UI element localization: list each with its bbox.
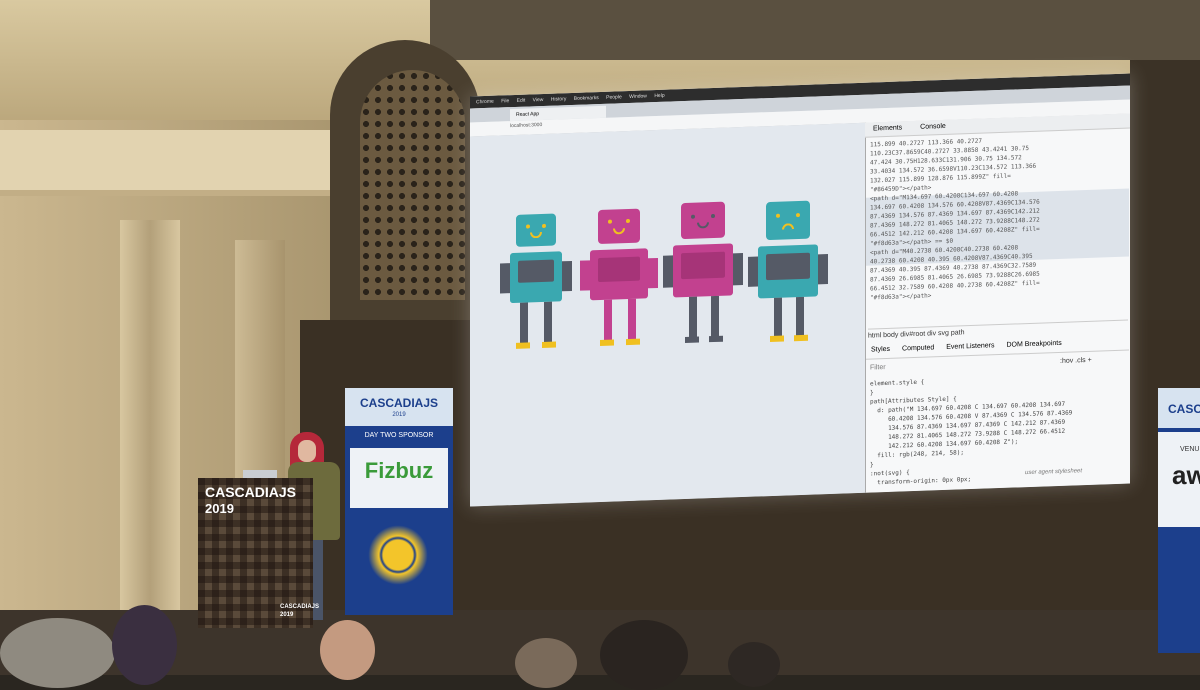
robot-leg (628, 298, 636, 342)
tab-event-listeners[interactable]: Event Listeners (941, 340, 999, 353)
audience-head (600, 620, 688, 690)
arch-lattice (360, 70, 465, 300)
robot-leg (689, 296, 697, 339)
menu-item[interactable]: Bookmarks (574, 95, 599, 102)
tab-styles[interactable]: Styles (866, 344, 895, 356)
podium-title: CASCADIAJS (205, 484, 297, 500)
robot-head (516, 213, 556, 247)
robot-foot (542, 341, 556, 349)
robot-arm (648, 257, 658, 289)
sun-icon (368, 525, 428, 585)
menu-item[interactable]: Chrome (476, 99, 494, 106)
robot-arm (748, 256, 758, 287)
robot-foot (600, 339, 614, 346)
audience-head (320, 620, 375, 680)
podium-title-small: CASCADIAJS (280, 604, 320, 610)
tab-elements[interactable]: Elements (865, 121, 910, 136)
robot-head (681, 201, 725, 240)
robot-leg (544, 301, 552, 344)
robot-leg (796, 296, 804, 338)
robot-arm (663, 255, 673, 288)
elements-tree[interactable]: 115.899 40.2727 113.366 40.2727 110.23C3… (870, 132, 1128, 303)
react-app-page (470, 122, 865, 507)
podium-year: 2019 (205, 501, 234, 516)
cornice (0, 130, 340, 196)
robot-screen (518, 259, 554, 283)
robot-arm (500, 263, 510, 294)
robot-leg (774, 297, 782, 338)
tab-console[interactable]: Console (912, 120, 954, 134)
aws-logo: aw (1172, 460, 1200, 490)
robot-screen (681, 251, 725, 280)
menu-item[interactable]: People (606, 94, 622, 101)
styles-filter-input[interactable]: Filter (870, 364, 886, 372)
robot-leg (520, 302, 528, 345)
menu-item[interactable]: Window (629, 93, 647, 100)
audience-head (0, 618, 115, 688)
robot-foot (770, 335, 784, 343)
stage-floor (0, 610, 1200, 675)
tab-computed[interactable]: Computed (897, 342, 939, 354)
projection-screen: Chrome File Edit View History Bookmarks … (470, 73, 1130, 507)
robot-leg (604, 299, 612, 342)
robot-foot (685, 336, 699, 344)
robot-foot (794, 334, 808, 342)
robot-screen (598, 256, 640, 283)
robot-arm (818, 254, 828, 285)
robot-foot (709, 335, 723, 343)
robot-frown (782, 223, 794, 230)
menu-item[interactable]: History (551, 96, 567, 103)
audience-head (515, 638, 577, 688)
robot-arm (562, 260, 572, 292)
venue-label: VENU (1180, 446, 1200, 453)
tab-dom-breakpoints[interactable]: DOM Breakpoints (1001, 338, 1066, 351)
robot-screen (766, 252, 810, 281)
robot-head (598, 208, 640, 245)
stage-ceiling (430, 0, 1200, 60)
podium-year-small: 2019 (280, 612, 294, 618)
robot-head (766, 200, 810, 241)
robot-foot (626, 338, 640, 346)
sponsor-label: DAY TWO SPONSOR (364, 432, 434, 439)
column (120, 220, 180, 620)
styles-filter-controls[interactable]: :hov .cls + (1060, 357, 1092, 365)
robot-leg (711, 295, 719, 339)
banner-year: 2019 (392, 412, 406, 418)
banner-title: CASCA (1168, 402, 1200, 416)
banner-title: CASCADIAJS (359, 396, 438, 410)
styles-pane[interactable]: element.style { } path[Attributes Style]… (870, 371, 1128, 488)
sponsor-logo: Fizbuz (364, 458, 434, 483)
url-text: localhost:3000 (510, 122, 543, 130)
menu-item[interactable]: File (501, 98, 509, 104)
menu-item[interactable]: View (533, 97, 544, 103)
menu-item[interactable]: Edit (517, 98, 526, 104)
menu-item[interactable]: Help (654, 93, 664, 99)
robot-arm (733, 252, 743, 286)
audience-head (112, 605, 177, 685)
speaker-face (298, 440, 316, 462)
robot-foot (516, 342, 530, 349)
audience-head (728, 642, 780, 687)
robot-arm (580, 260, 590, 291)
